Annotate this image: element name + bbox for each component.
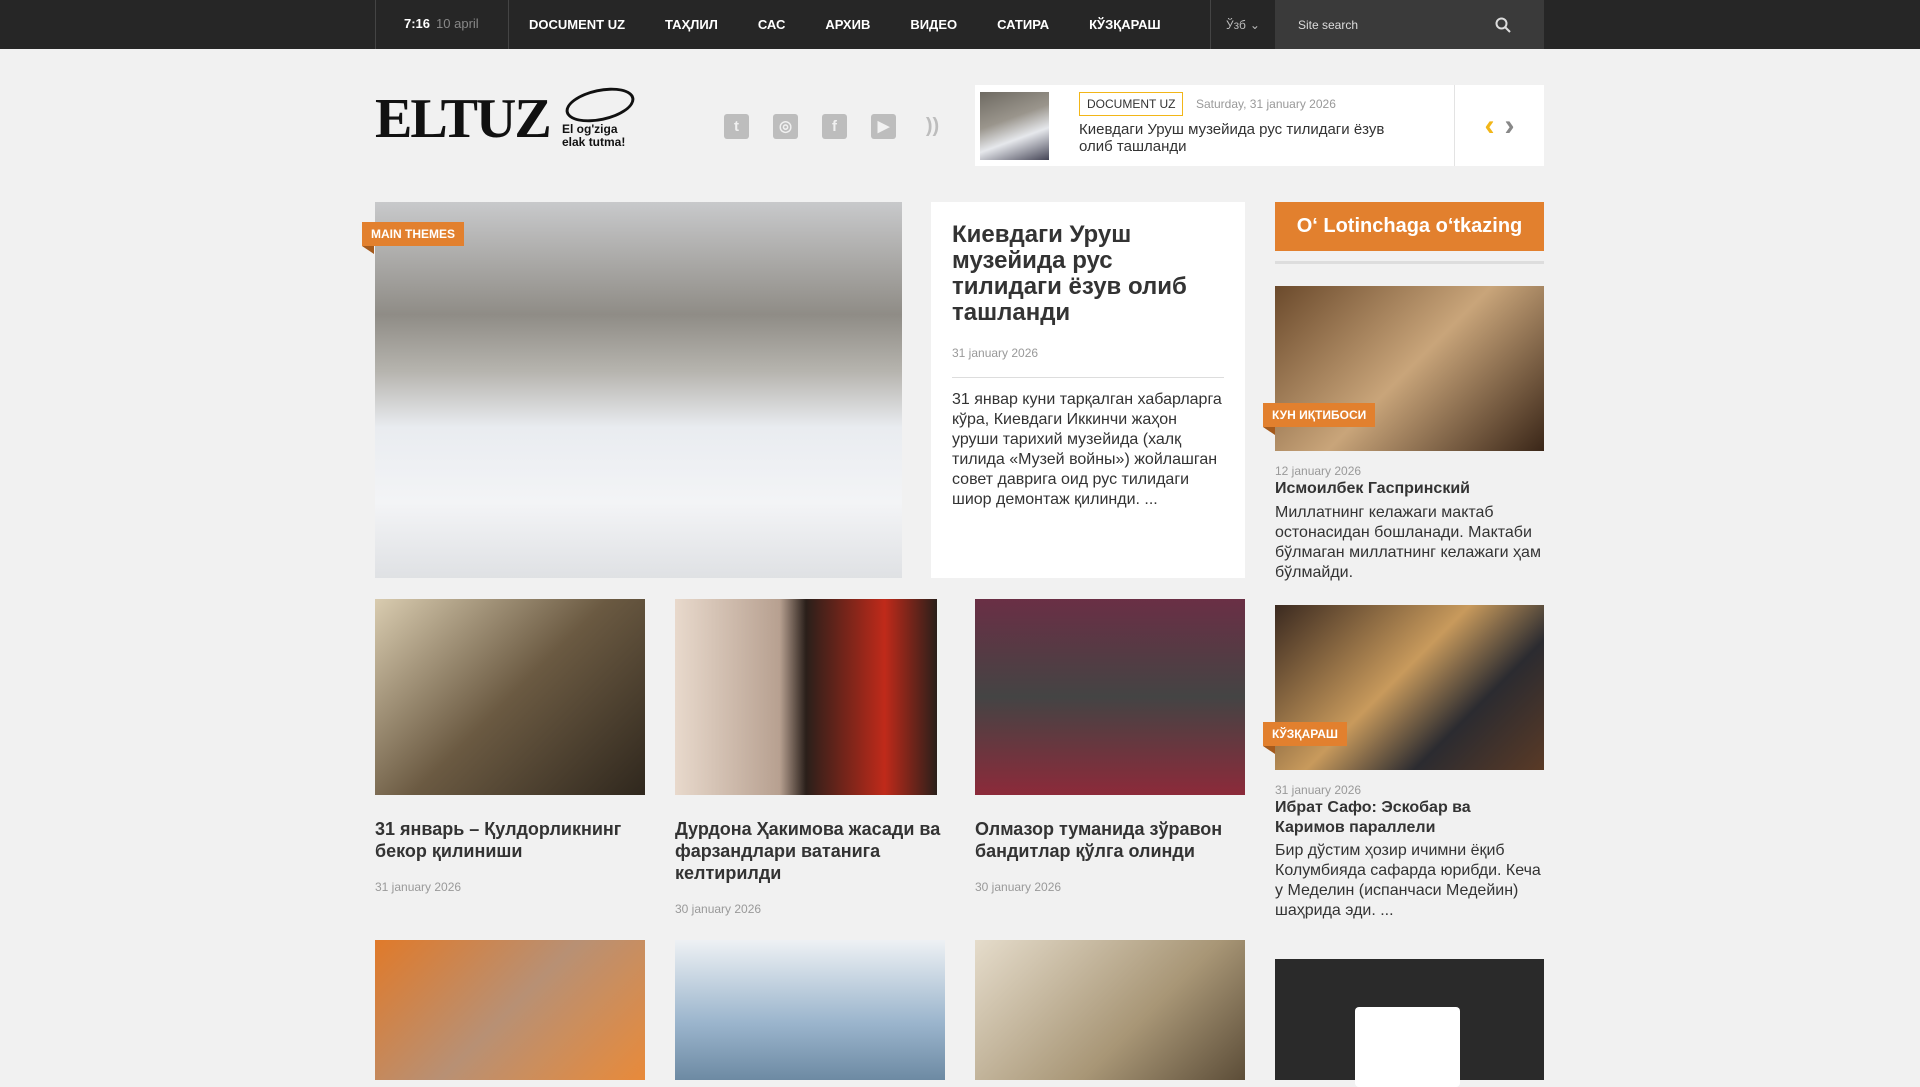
article-date: 31 january 2026 <box>375 880 462 894</box>
article-date: 30 january 2026 <box>675 902 762 916</box>
article-image[interactable] <box>975 599 1245 795</box>
sidebar-image[interactable] <box>1275 959 1544 1087</box>
news-ticker: DOCUMENT UZ Saturday, 31 january 2026 Ки… <box>975 85 1544 166</box>
social-links: t ◎ f ▶ )) <box>724 114 945 139</box>
instagram-icon[interactable]: ◎ <box>773 114 798 139</box>
sidebar-title[interactable]: Исмоилбек Гаспринский <box>1275 479 1544 499</box>
hero-title[interactable]: Киевдаги Уруш музейида рус тилидаги ёзув… <box>952 222 1224 326</box>
facebook-icon[interactable]: f <box>822 114 847 139</box>
nav-kozqarash[interactable]: КЎЗҚАРАШ <box>1089 17 1160 32</box>
search-input[interactable] <box>1275 17 1495 32</box>
twitter-icon[interactable]: t <box>724 114 749 139</box>
rss-icon[interactable]: )) <box>920 114 945 139</box>
divider <box>1275 261 1544 264</box>
chevron-down-icon: ⌄ <box>1249 17 1260 32</box>
date: 10 april <box>436 16 479 31</box>
sidebar-excerpt: Бир дўстим ҳозир ичимни ёқиб Колумбияда … <box>1275 842 1541 919</box>
sidebar-tag[interactable]: КЎЗҚАРАШ <box>1263 722 1347 754</box>
article-card: Олмазор туманида зўравон бандитлар қўлга… <box>975 599 1245 894</box>
sidebar-date: 31 january 2026 <box>1275 783 1362 797</box>
nav-document-uz[interactable]: DOCUMENT UZ <box>529 17 625 32</box>
sidebar-title[interactable]: Ибрат Сафо: Эскобар ва Каримов параллели <box>1275 798 1544 838</box>
sidebar-excerpt: Миллатнинг келажаги мактаб остонасидан б… <box>1275 504 1541 581</box>
chevron-left-icon[interactable]: ‹ <box>1485 109 1495 143</box>
ticker-thumbnail[interactable] <box>980 92 1049 160</box>
nav-tahlil[interactable]: ТАҲЛИЛ <box>665 17 718 32</box>
nav-video[interactable]: ВИДЕО <box>910 17 957 32</box>
latin-convert-button[interactable]: O‘ Lotinchaga o‘tkazing <box>1275 202 1544 251</box>
article-image[interactable] <box>375 940 645 1080</box>
article-title[interactable]: Дурдона Ҳакимова жасади ва фарзандлари в… <box>675 818 945 884</box>
ticker-category[interactable]: DOCUMENT UZ <box>1079 92 1184 116</box>
youtube-icon[interactable]: ▶ <box>871 114 896 139</box>
hero-image[interactable] <box>375 202 902 578</box>
language-select[interactable]: Ўзб ⌄ <box>1210 0 1275 49</box>
article-title[interactable]: Олмазор туманида зўравон бандитлар қўлга… <box>975 818 1245 862</box>
article-card: Дурдона Ҳакимова жасади ва фарзандлари в… <box>675 599 945 916</box>
ticker-title[interactable]: Киевдаги Уруш музейида рус тилидаги ёзув… <box>1079 121 1409 155</box>
article-image[interactable] <box>675 599 937 795</box>
sidebar-date: 12 january 2026 <box>1275 464 1362 478</box>
chevron-right-icon[interactable]: › <box>1505 109 1515 143</box>
sidebar-tag[interactable]: КУН ИҚТИБОСИ <box>1263 403 1376 435</box>
search-icon[interactable] <box>1495 17 1511 33</box>
nav-sas[interactable]: САС <box>758 17 786 32</box>
hero-date: 31 january 2026 <box>952 346 1224 378</box>
logo-tagline: El og'ziga elak tutma! <box>562 122 626 149</box>
site-logo[interactable]: ELTUZ El og'ziga elak tutma! <box>375 82 640 151</box>
clock: 7:16 10 april <box>375 0 509 49</box>
language-label: Ўзб <box>1226 17 1246 32</box>
article-image[interactable] <box>975 940 1245 1080</box>
article-card: 31 январь – Қулдорликнинг бекор қилиниши… <box>375 599 645 894</box>
article-date: 30 january 2026 <box>975 880 1062 894</box>
article-image[interactable] <box>375 599 645 795</box>
hero-article: Киевдаги Уруш музейида рус тилидаги ёзув… <box>931 202 1245 578</box>
hero-tag[interactable]: MAIN THEMES <box>362 222 464 254</box>
hero-excerpt: 31 январ куни тарқалган хабарларга кўра,… <box>952 391 1222 508</box>
article-image[interactable] <box>675 940 945 1080</box>
article-title[interactable]: 31 январь – Қулдорликнинг бекор қилиниши <box>375 818 645 862</box>
nav-satira[interactable]: САТИРА <box>997 17 1049 32</box>
main-nav: DOCUMENT UZ ТАҲЛИЛ САС АРХИВ ВИДЕО САТИР… <box>509 0 1181 49</box>
time: 7:16 <box>404 16 431 31</box>
nav-arxiv[interactable]: АРХИВ <box>825 17 870 32</box>
search-box <box>1275 0 1544 49</box>
ticker-date: Saturday, 31 january 2026 <box>1196 97 1336 111</box>
